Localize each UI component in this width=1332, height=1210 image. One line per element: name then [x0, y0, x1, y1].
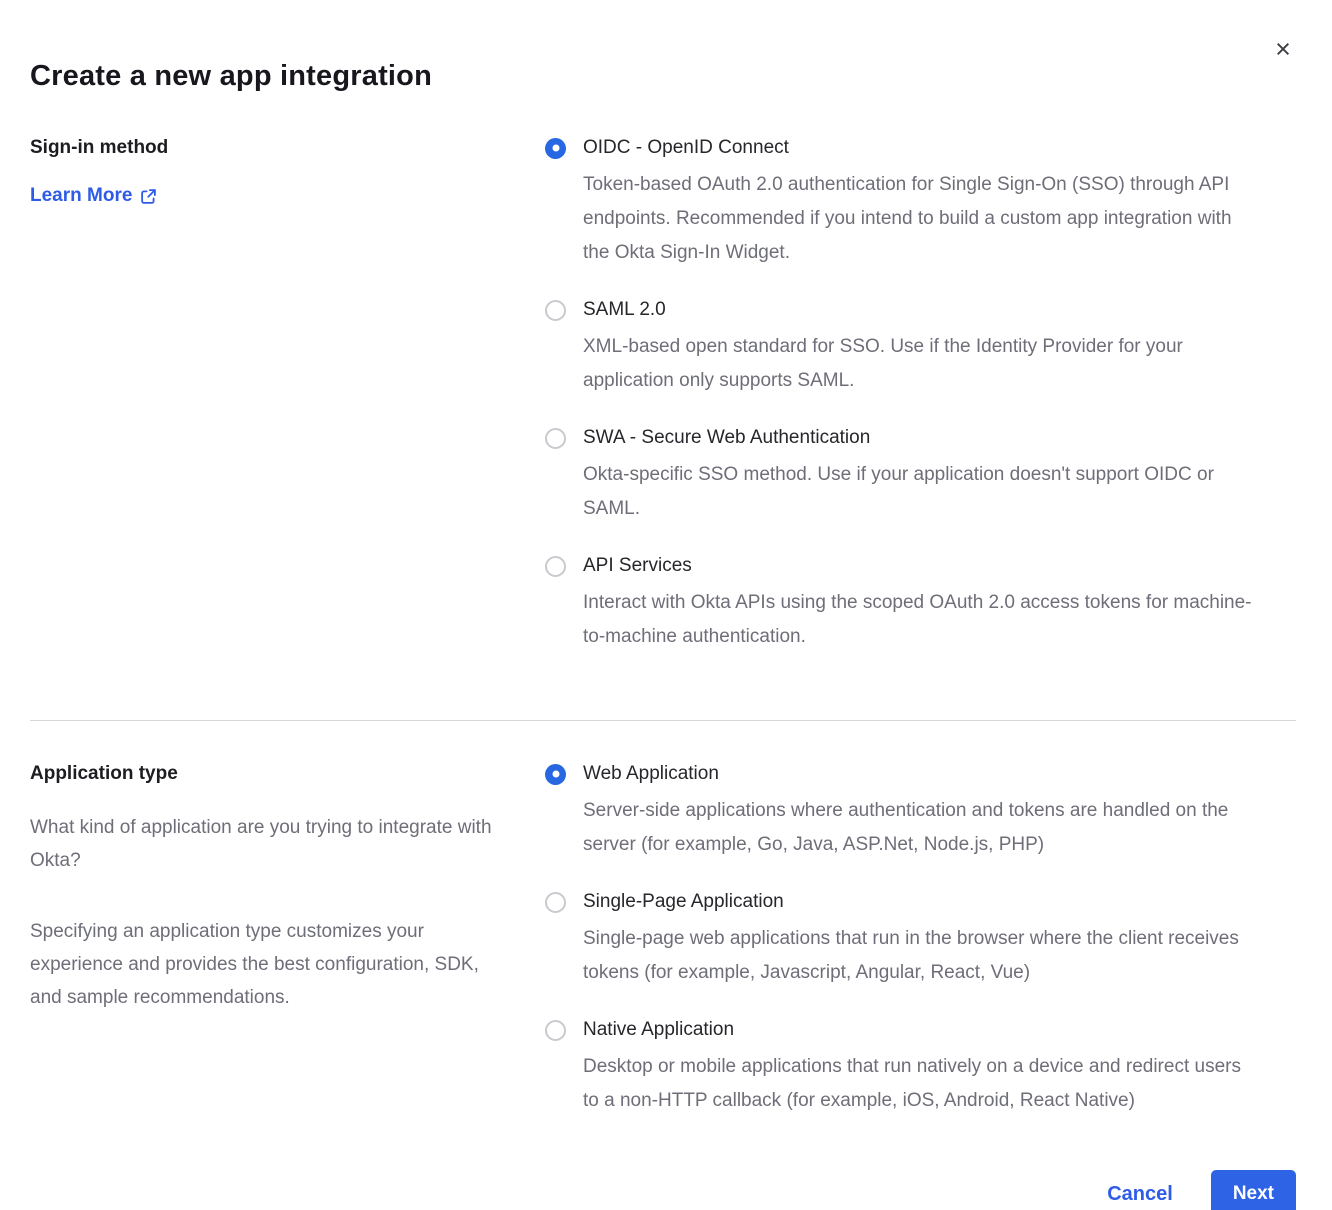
option-label: Web Application [583, 761, 719, 787]
application-type-explanation: Specifying an application type customize… [30, 915, 510, 1014]
option-api-services: API Services Interact with Okta APIs usin… [545, 553, 1260, 654]
application-type-label: Application type [30, 761, 515, 787]
option-label: Single-Page Application [583, 889, 784, 915]
dialog-title: Create a new app integration [30, 0, 1296, 93]
option-oidc-openid-connect: OIDC - OpenID Connect Token-based OAuth 2… [545, 135, 1260, 270]
sign-in-method-label: Sign-in method [30, 135, 515, 161]
option-description: Interact with Okta APIs using the scoped… [545, 586, 1260, 654]
option-description: Desktop or mobile applications that run … [545, 1050, 1260, 1118]
sign-in-method-section: Sign-in method Learn More OIDC - OpenID … [30, 135, 1296, 654]
option-description: XML-based open standard for SSO. Use if … [545, 330, 1260, 398]
option-head-single-page-application[interactable]: Single-Page Application [545, 889, 1260, 915]
application-type-options: Web Application Server-side applications … [545, 761, 1260, 1118]
option-web-application: Web Application Server-side applications … [545, 761, 1260, 862]
radio-swa-secure-web-authentication[interactable] [545, 428, 566, 449]
cancel-button[interactable]: Cancel [1107, 1183, 1173, 1206]
sign-in-method-options: OIDC - OpenID Connect Token-based OAuth 2… [545, 135, 1260, 654]
radio-web-application-selected[interactable] [545, 764, 566, 785]
create-app-integration-dialog: × Create a new app integration Sign-in m… [0, 0, 1332, 1210]
application-type-section: Application type What kind of applicatio… [30, 761, 1296, 1118]
option-label: API Services [583, 553, 692, 579]
radio-api-services[interactable] [545, 556, 566, 577]
next-button[interactable]: Next [1211, 1170, 1296, 1210]
section-divider [30, 720, 1296, 721]
option-head-web-application[interactable]: Web Application [545, 761, 1260, 787]
option-label: Native Application [583, 1017, 734, 1043]
learn-more-label: Learn More [30, 185, 132, 207]
option-label: OIDC - OpenID Connect [583, 135, 789, 161]
option-head-swa-secure-web-authentication[interactable]: SWA - Secure Web Authentication [545, 425, 1260, 451]
radio-dot [552, 145, 559, 152]
radio-native-application[interactable] [545, 1020, 566, 1041]
radio-saml-2-0[interactable] [545, 300, 566, 321]
option-description: Server-side applications where authentic… [545, 794, 1260, 862]
option-label: SWA - Secure Web Authentication [583, 425, 870, 451]
option-swa-secure-web-authentication: SWA - Secure Web Authentication Okta-spec… [545, 425, 1260, 526]
option-description: Token-based OAuth 2.0 authentication for… [545, 168, 1260, 270]
option-head-api-services[interactable]: API Services [545, 553, 1260, 579]
radio-dot [552, 771, 559, 778]
option-head-saml-2-0[interactable]: SAML 2.0 [545, 297, 1260, 323]
radio-single-page-application[interactable] [545, 892, 566, 913]
close-icon[interactable]: × [1268, 34, 1298, 64]
option-label: SAML 2.0 [583, 297, 666, 323]
option-head-oidc-openid-connect[interactable]: OIDC - OpenID Connect [545, 135, 1260, 161]
radio-oidc-openid-connect-selected[interactable] [545, 138, 566, 159]
application-type-question: What kind of application are you trying … [30, 811, 510, 877]
option-native-application: Native Application Desktop or mobile appl… [545, 1017, 1260, 1118]
dialog-footer: Cancel Next [30, 1170, 1296, 1210]
option-single-page-application: Single-Page Application Single-page web a… [545, 889, 1260, 990]
option-description: Okta-specific SSO method. Use if your ap… [545, 458, 1260, 526]
external-link-icon [140, 188, 157, 205]
option-description: Single-page web applications that run in… [545, 922, 1260, 990]
option-saml-2-0: SAML 2.0 XML-based open standard for SSO.… [545, 297, 1260, 398]
learn-more-link[interactable]: Learn More [30, 185, 157, 207]
option-head-native-application[interactable]: Native Application [545, 1017, 1260, 1043]
